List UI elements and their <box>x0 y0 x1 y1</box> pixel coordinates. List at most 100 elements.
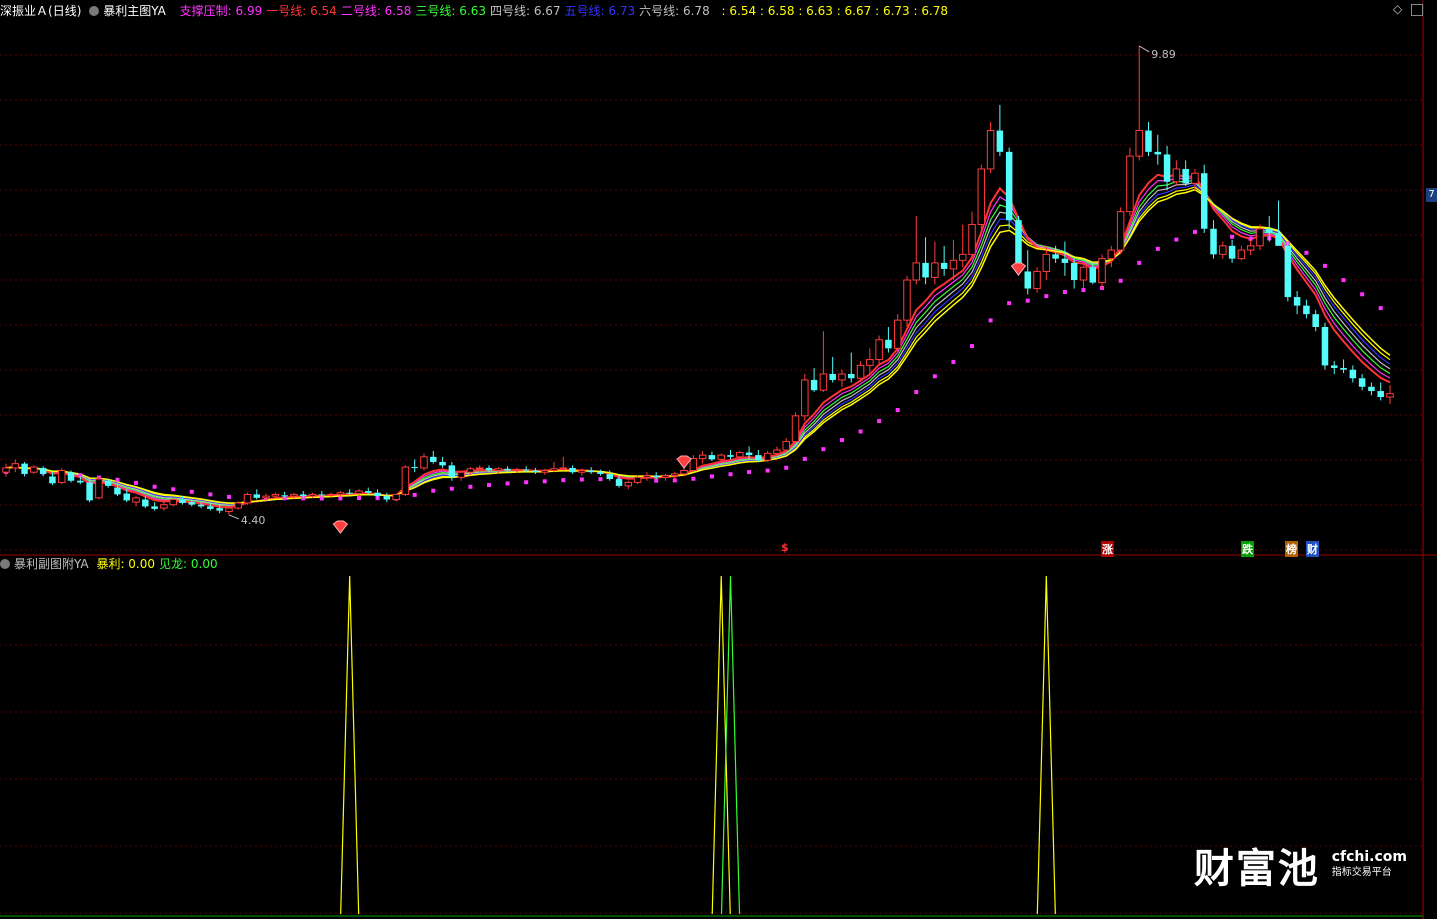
candle-body <box>1182 168 1189 184</box>
candle-body <box>782 440 790 451</box>
candle-body <box>597 472 604 474</box>
candle-body <box>11 463 20 469</box>
indicator-settings-icon[interactable] <box>89 6 100 16</box>
signal-mark: 榜 <box>1285 541 1298 557</box>
support-dot <box>728 472 733 477</box>
support-dot <box>988 318 993 323</box>
ma-line-1 <box>5 173 1391 509</box>
candle-body <box>606 473 614 480</box>
signal-spike <box>340 575 360 915</box>
support-dot <box>747 470 752 475</box>
candle-body <box>374 492 381 497</box>
candle-body <box>875 339 883 360</box>
candle-body <box>475 467 484 470</box>
window-box-icon[interactable] <box>1411 4 1423 16</box>
candle-body <box>1386 393 1394 398</box>
support-dot <box>226 494 231 499</box>
candle-body <box>1145 130 1152 152</box>
candle-body <box>1089 267 1097 283</box>
support-dot <box>1192 229 1197 234</box>
candle-body <box>114 487 121 495</box>
candle-body <box>838 373 846 381</box>
candle-body <box>327 493 335 496</box>
candle-body <box>569 467 576 473</box>
support-dot <box>970 344 975 349</box>
candle-body <box>49 476 56 484</box>
candle-body <box>1321 326 1329 366</box>
candle-body <box>355 490 363 495</box>
signal-spike <box>720 575 741 915</box>
candle-body <box>550 468 558 471</box>
support-dot <box>895 407 900 412</box>
candle-body <box>494 468 503 471</box>
candle-body <box>336 492 345 495</box>
candle-body <box>717 454 725 460</box>
candle-body <box>392 493 400 501</box>
support-dot <box>784 465 789 470</box>
candle-body <box>977 168 986 225</box>
line-legend: 支撑压制: 6.99 一号线: 6.54 二号线: 6.58 三号线: 6.63 四号线… <box>180 4 714 18</box>
candle-body <box>1293 297 1301 306</box>
candle-body <box>671 473 679 477</box>
candle-body <box>1005 151 1013 221</box>
signal-mark: $ <box>781 541 789 554</box>
high-pointer <box>1138 45 1150 53</box>
candle-body <box>1377 391 1384 398</box>
support-dot <box>542 479 547 484</box>
candle-body <box>689 458 698 471</box>
candle-body <box>169 499 177 506</box>
candle-body <box>123 493 131 501</box>
diamond-toggle-icon[interactable]: ◇ <box>1393 2 1402 16</box>
candle-body <box>1135 130 1143 157</box>
stock-name: 深振业Ａ <box>0 4 49 18</box>
kline-chart[interactable]: 9.89 4.40 <box>0 0 1437 919</box>
candle-body <box>661 475 670 478</box>
support-dot <box>356 496 361 501</box>
support-dot <box>1155 246 1160 251</box>
support-dot <box>691 476 696 481</box>
support-dot <box>1174 237 1179 242</box>
candle-body <box>829 373 836 380</box>
watermark-logo: 财富池 <box>1193 846 1320 892</box>
candle-body <box>439 461 446 466</box>
support-dot <box>802 456 807 461</box>
signal-spike <box>711 575 731 915</box>
candle-body <box>86 482 93 501</box>
candle-body <box>755 455 762 461</box>
candle-body <box>401 466 410 495</box>
support-dot <box>709 474 714 479</box>
support-dot <box>858 429 863 434</box>
candle-body <box>1368 386 1375 392</box>
candle-body <box>1052 254 1059 259</box>
support-dot <box>338 496 343 501</box>
main-indicator-name[interactable]: 暴利主图YA <box>103 4 166 18</box>
sub-indicator-name[interactable]: 暴利副图附YA <box>14 557 89 571</box>
candle-body <box>57 469 66 483</box>
candle-body <box>1024 271 1031 289</box>
candle-body <box>1210 228 1217 255</box>
candle-body <box>949 259 958 270</box>
candle-body <box>559 467 568 470</box>
candle-body <box>1126 155 1134 213</box>
support-dot <box>1378 306 1383 311</box>
candle-body <box>1219 245 1227 255</box>
candle-body <box>680 469 688 475</box>
candle-body <box>848 373 855 379</box>
candle-body <box>652 475 660 478</box>
candle-body <box>578 469 586 473</box>
support-dot <box>1322 263 1327 268</box>
candle-body <box>922 262 929 278</box>
legend-item: 五号线: 6.73 <box>564 4 636 18</box>
sub-indicator-icon[interactable] <box>0 559 10 569</box>
support-dot <box>1044 294 1049 299</box>
candle-body <box>281 495 288 497</box>
candle-body <box>142 499 149 507</box>
support-dot <box>1007 301 1012 306</box>
candle-body <box>243 493 252 504</box>
legend-item: 二号线: 6.58 <box>340 4 412 18</box>
legend-item: 六号线: 6.78 <box>639 4 710 18</box>
signal-mark: 涨 <box>1101 541 1114 557</box>
candle-body <box>420 456 428 469</box>
candle-body <box>1275 233 1282 246</box>
candle-body <box>1284 245 1292 298</box>
